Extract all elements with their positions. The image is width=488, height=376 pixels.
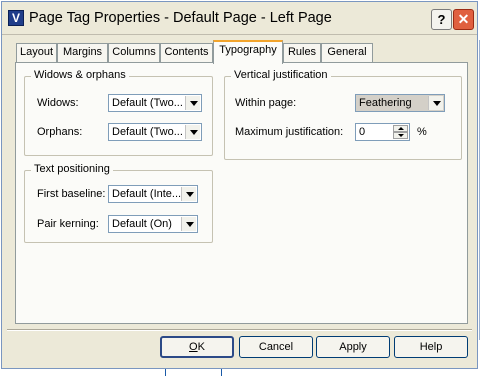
widows-label: Widows: bbox=[37, 97, 79, 109]
spin-up-icon[interactable] bbox=[393, 125, 408, 132]
tab-rules[interactable]: Rules bbox=[283, 43, 321, 62]
first-baseline-dropdown[interactable]: Default (Inte... bbox=[108, 185, 198, 203]
close-icon[interactable]: ✕ bbox=[453, 9, 474, 30]
vertical-justification-legend: Vertical justification bbox=[231, 69, 331, 81]
orphans-value: Default (Two... bbox=[112, 126, 183, 138]
max-justification-spinner[interactable]: 0 bbox=[355, 123, 410, 141]
tab-contents[interactable]: Contents bbox=[160, 43, 213, 62]
help-icon[interactable]: ? bbox=[431, 9, 452, 30]
ok-button[interactable]: OK bbox=[160, 336, 234, 358]
tab-layout[interactable]: Layout bbox=[16, 43, 57, 62]
first-baseline-label: First baseline: bbox=[37, 188, 106, 200]
widows-value: Default (Two... bbox=[112, 97, 183, 109]
vertical-justification-group: Vertical justification Within page: Feat… bbox=[224, 69, 462, 160]
within-page-dropdown[interactable]: Feathering bbox=[355, 94, 445, 112]
first-baseline-value: Default (Inte... bbox=[112, 188, 182, 200]
ok-button-label: K bbox=[197, 341, 205, 353]
pair-kerning-dropdown[interactable]: Default (On) bbox=[108, 215, 198, 233]
widows-dropdown[interactable]: Default (Two... bbox=[108, 94, 202, 112]
text-positioning-group: Text positioning First baseline: Default… bbox=[24, 163, 213, 243]
background-line-left bbox=[165, 368, 166, 376]
background-line-right-edge bbox=[479, 40, 480, 340]
app-icon: V bbox=[8, 10, 24, 26]
help-button[interactable]: Help bbox=[394, 336, 468, 358]
tab-columns[interactable]: Columns bbox=[108, 43, 160, 62]
within-page-value: Feathering bbox=[359, 97, 412, 109]
background-line-right bbox=[221, 368, 222, 376]
within-page-label: Within page: bbox=[235, 97, 297, 109]
window-title: Page Tag Properties - Default Page - Lef… bbox=[29, 10, 332, 26]
max-justification-value: 0 bbox=[359, 126, 366, 138]
tab-margins[interactable]: Margins bbox=[57, 43, 108, 62]
tab-general[interactable]: General bbox=[321, 43, 373, 62]
dialog-window: V Page Tag Properties - Default Page - L… bbox=[1, 1, 478, 369]
chevron-down-icon[interactable] bbox=[185, 125, 200, 139]
pair-kerning-label: Pair kerning: bbox=[37, 218, 99, 230]
apply-button[interactable]: Apply bbox=[316, 336, 390, 358]
orphans-dropdown[interactable]: Default (Two... bbox=[108, 123, 202, 141]
cancel-button[interactable]: Cancel bbox=[239, 336, 313, 358]
orphans-label: Orphans: bbox=[37, 126, 83, 138]
chevron-down-icon[interactable] bbox=[181, 217, 196, 231]
button-separator bbox=[7, 329, 472, 331]
title-bar[interactable]: V Page Tag Properties - Default Page - L… bbox=[2, 2, 477, 35]
chevron-down-icon[interactable] bbox=[181, 187, 196, 201]
chevron-down-icon[interactable] bbox=[428, 96, 443, 110]
typography-panel: Widows & orphans Widows: Default (Two...… bbox=[15, 62, 468, 324]
tab-typography[interactable]: Typography bbox=[213, 40, 283, 64]
spin-down-icon[interactable] bbox=[393, 132, 408, 139]
max-justification-label: Maximum justification: bbox=[235, 126, 344, 138]
widows-orphans-group: Widows & orphans Widows: Default (Two...… bbox=[24, 69, 213, 156]
text-positioning-legend: Text positioning bbox=[31, 163, 113, 175]
pair-kerning-value: Default (On) bbox=[112, 218, 172, 230]
widows-orphans-legend: Widows & orphans bbox=[31, 69, 129, 81]
ok-button-mnemonic: O bbox=[189, 341, 198, 353]
percent-unit-label: % bbox=[417, 126, 427, 138]
chevron-down-icon[interactable] bbox=[185, 96, 200, 110]
